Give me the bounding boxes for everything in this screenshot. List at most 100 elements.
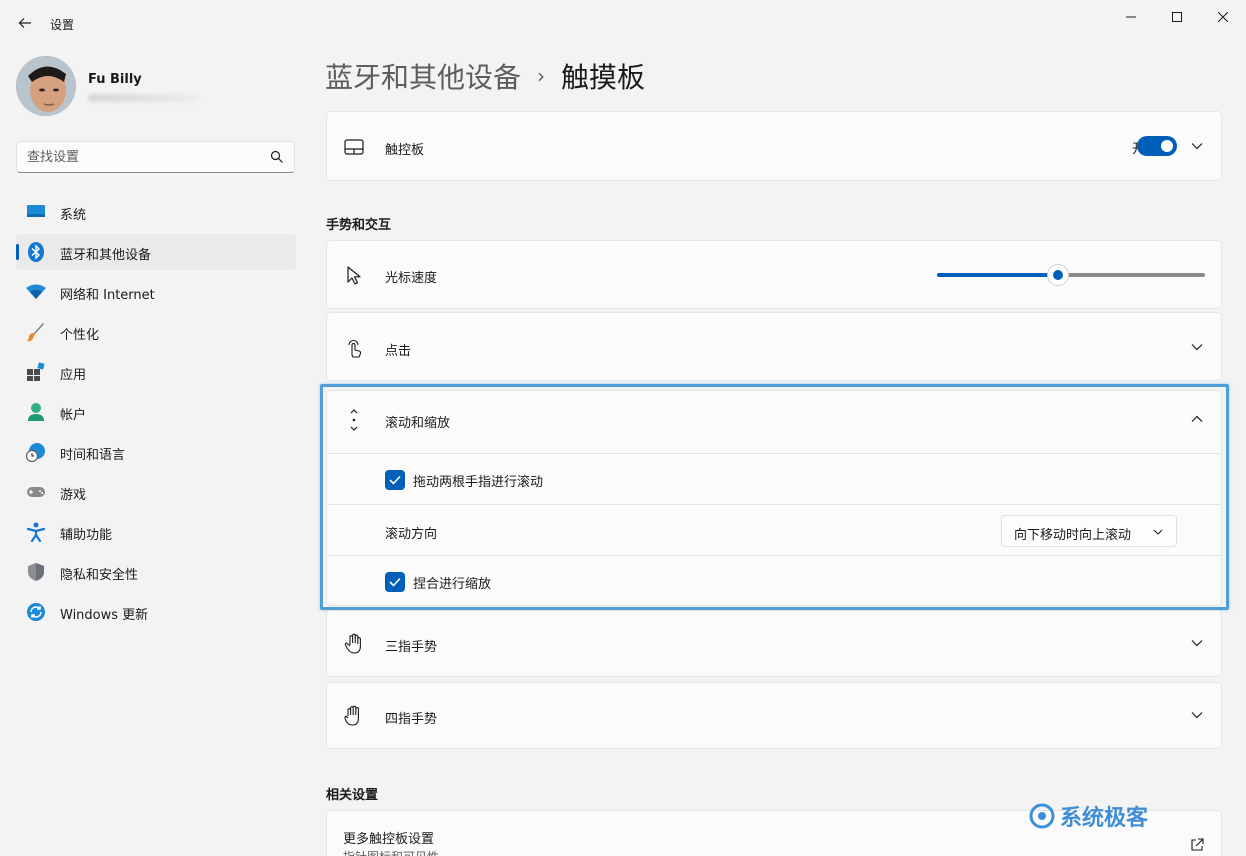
scroll-zoom-header[interactable]: 滚动和缩放 bbox=[327, 391, 1221, 453]
chevron-up-icon[interactable] bbox=[1189, 411, 1205, 427]
title-bar: 设置 bbox=[0, 0, 1246, 48]
watermark: 系统极客 bbox=[1028, 800, 1148, 832]
sidebar-item-apps[interactable]: 应用 bbox=[16, 354, 296, 390]
chevron-down-icon bbox=[1153, 529, 1163, 535]
sidebar-item-label: 时间和语言 bbox=[60, 448, 126, 463]
taps-label: 点击 bbox=[385, 344, 412, 359]
sidebar-item-label: 个性化 bbox=[60, 328, 100, 343]
external-link-icon bbox=[1189, 837, 1205, 853]
back-arrow-icon bbox=[18, 18, 31, 28]
sidebar-item-label: 辅助功能 bbox=[60, 528, 113, 543]
person-icon bbox=[26, 402, 46, 422]
update-icon bbox=[26, 602, 46, 622]
chevron-down-icon[interactable] bbox=[1189, 138, 1205, 154]
accessibility-icon bbox=[26, 522, 46, 542]
sidebar-item-privacy[interactable]: 隐私和安全性 bbox=[16, 554, 296, 590]
sidebar-item-label: 网络和 Internet bbox=[60, 288, 155, 303]
maximize-button[interactable] bbox=[1154, 4, 1200, 30]
scroll-zoom-card: 滚动和缩放 拖动两根手指进行滚动 滚动方向 向下移动时向上滚动 捏合进行缩放 bbox=[326, 390, 1222, 606]
sidebar-item-label: 游戏 bbox=[60, 488, 87, 503]
search-box bbox=[16, 141, 295, 173]
maximize-icon bbox=[1172, 12, 1182, 22]
touchpad-card[interactable]: 触控板 开 bbox=[326, 111, 1222, 181]
breadcrumb: 蓝牙和其他设备 › 触摸板 bbox=[325, 56, 645, 96]
drag-two-fingers-row: 拖动两根手指进行滚动 bbox=[327, 453, 1221, 504]
sidebar-item-label: 帐户 bbox=[60, 408, 87, 423]
three-finger-label: 三指手势 bbox=[385, 640, 438, 655]
page-title: 触摸板 bbox=[561, 61, 646, 94]
user-name: Fu Billy bbox=[88, 72, 142, 87]
taps-card[interactable]: 点击 bbox=[326, 312, 1222, 381]
bluetooth-icon bbox=[26, 242, 46, 262]
sidebar-item-system[interactable]: 系统 bbox=[16, 194, 296, 230]
tap-icon bbox=[343, 337, 365, 359]
sidebar-item-label: 隐私和安全性 bbox=[60, 568, 139, 583]
minimize-icon bbox=[1126, 16, 1136, 18]
chevron-down-icon[interactable] bbox=[1189, 707, 1205, 723]
app-title: 设置 bbox=[50, 18, 75, 32]
sidebar-item-personalization[interactable]: 个性化 bbox=[16, 314, 296, 350]
pinch-zoom-label: 捏合进行缩放 bbox=[413, 577, 492, 592]
more-touchpad-settings-desc: 指针图标和可见性 bbox=[343, 848, 439, 856]
cursor-speed-label: 光标速度 bbox=[385, 271, 438, 286]
sidebar-item-label: Windows 更新 bbox=[60, 608, 149, 623]
sidebar-item-time-language[interactable]: 时间和语言 bbox=[16, 434, 296, 470]
sidebar-item-label: 系统 bbox=[60, 208, 87, 223]
more-touchpad-settings-label: 更多触控板设置 bbox=[343, 832, 435, 847]
checkmark-icon bbox=[389, 577, 401, 587]
sidebar-item-label: 蓝牙和其他设备 bbox=[60, 248, 152, 263]
checkmark-icon bbox=[389, 475, 401, 485]
user-profile[interactable]: Fu Billy bbox=[16, 56, 296, 118]
watermark-text: 系统极客 bbox=[1060, 806, 1149, 831]
slider-fill bbox=[937, 273, 1058, 277]
user-email-blurred bbox=[88, 94, 198, 102]
brush-icon bbox=[26, 322, 46, 342]
gamepad-icon bbox=[26, 482, 46, 502]
avatar bbox=[16, 56, 76, 116]
sidebar-nav: 系统 蓝牙和其他设备 网络和 Internet 个性化 应用 帐户 时间和语言 … bbox=[16, 194, 296, 634]
close-icon bbox=[1218, 12, 1228, 22]
four-finger-label: 四指手势 bbox=[385, 712, 438, 727]
pinch-zoom-checkbox[interactable] bbox=[385, 572, 405, 592]
cursor-icon bbox=[343, 265, 365, 287]
shield-icon bbox=[26, 562, 46, 582]
cursor-speed-slider[interactable] bbox=[937, 264, 1205, 286]
four-finger-card[interactable]: 四指手势 bbox=[326, 682, 1222, 749]
section-title-related: 相关设置 bbox=[326, 788, 379, 803]
sidebar-item-bluetooth[interactable]: 蓝牙和其他设备 bbox=[16, 234, 296, 270]
hand-icon bbox=[343, 633, 365, 655]
back-button[interactable] bbox=[12, 10, 38, 36]
sidebar-item-label: 应用 bbox=[60, 368, 87, 383]
cursor-speed-card: 光标速度 bbox=[326, 240, 1222, 309]
breadcrumb-parent[interactable]: 蓝牙和其他设备 bbox=[325, 56, 521, 96]
search-icon[interactable] bbox=[270, 150, 284, 164]
apps-icon bbox=[26, 362, 46, 382]
drag-two-fingers-checkbox[interactable] bbox=[385, 470, 405, 490]
minimize-button[interactable] bbox=[1108, 4, 1154, 30]
pinch-zoom-row: 捏合进行缩放 bbox=[327, 555, 1221, 606]
sidebar-item-accounts[interactable]: 帐户 bbox=[16, 394, 296, 430]
wifi-icon bbox=[26, 282, 46, 302]
scroll-direction-dropdown[interactable]: 向下移动时向上滚动 bbox=[1001, 515, 1177, 547]
scroll-direction-row: 滚动方向 向下移动时向上滚动 bbox=[327, 504, 1221, 555]
sidebar-item-gaming[interactable]: 游戏 bbox=[16, 474, 296, 510]
three-finger-card[interactable]: 三指手势 bbox=[326, 610, 1222, 677]
sidebar-item-network[interactable]: 网络和 Internet bbox=[16, 274, 296, 310]
close-button[interactable] bbox=[1200, 4, 1246, 30]
sidebar-item-windows-update[interactable]: Windows 更新 bbox=[16, 594, 296, 630]
breadcrumb-separator: › bbox=[537, 64, 546, 88]
monitor-icon bbox=[26, 202, 46, 222]
sidebar-item-accessibility[interactable]: 辅助功能 bbox=[16, 514, 296, 550]
section-title-gestures: 手势和交互 bbox=[326, 218, 392, 233]
touchpad-icon bbox=[343, 136, 365, 158]
chevron-down-icon[interactable] bbox=[1189, 339, 1205, 355]
search-input[interactable] bbox=[17, 142, 262, 172]
scroll-arrows-icon bbox=[343, 409, 365, 431]
scroll-direction-label: 滚动方向 bbox=[385, 527, 438, 542]
touchpad-toggle[interactable] bbox=[1137, 136, 1177, 156]
touchpad-label: 触控板 bbox=[385, 143, 425, 158]
watermark-logo-icon bbox=[1029, 803, 1055, 829]
scroll-zoom-label: 滚动和缩放 bbox=[385, 416, 451, 431]
chevron-down-icon[interactable] bbox=[1189, 635, 1205, 651]
slider-thumb[interactable] bbox=[1046, 264, 1069, 286]
